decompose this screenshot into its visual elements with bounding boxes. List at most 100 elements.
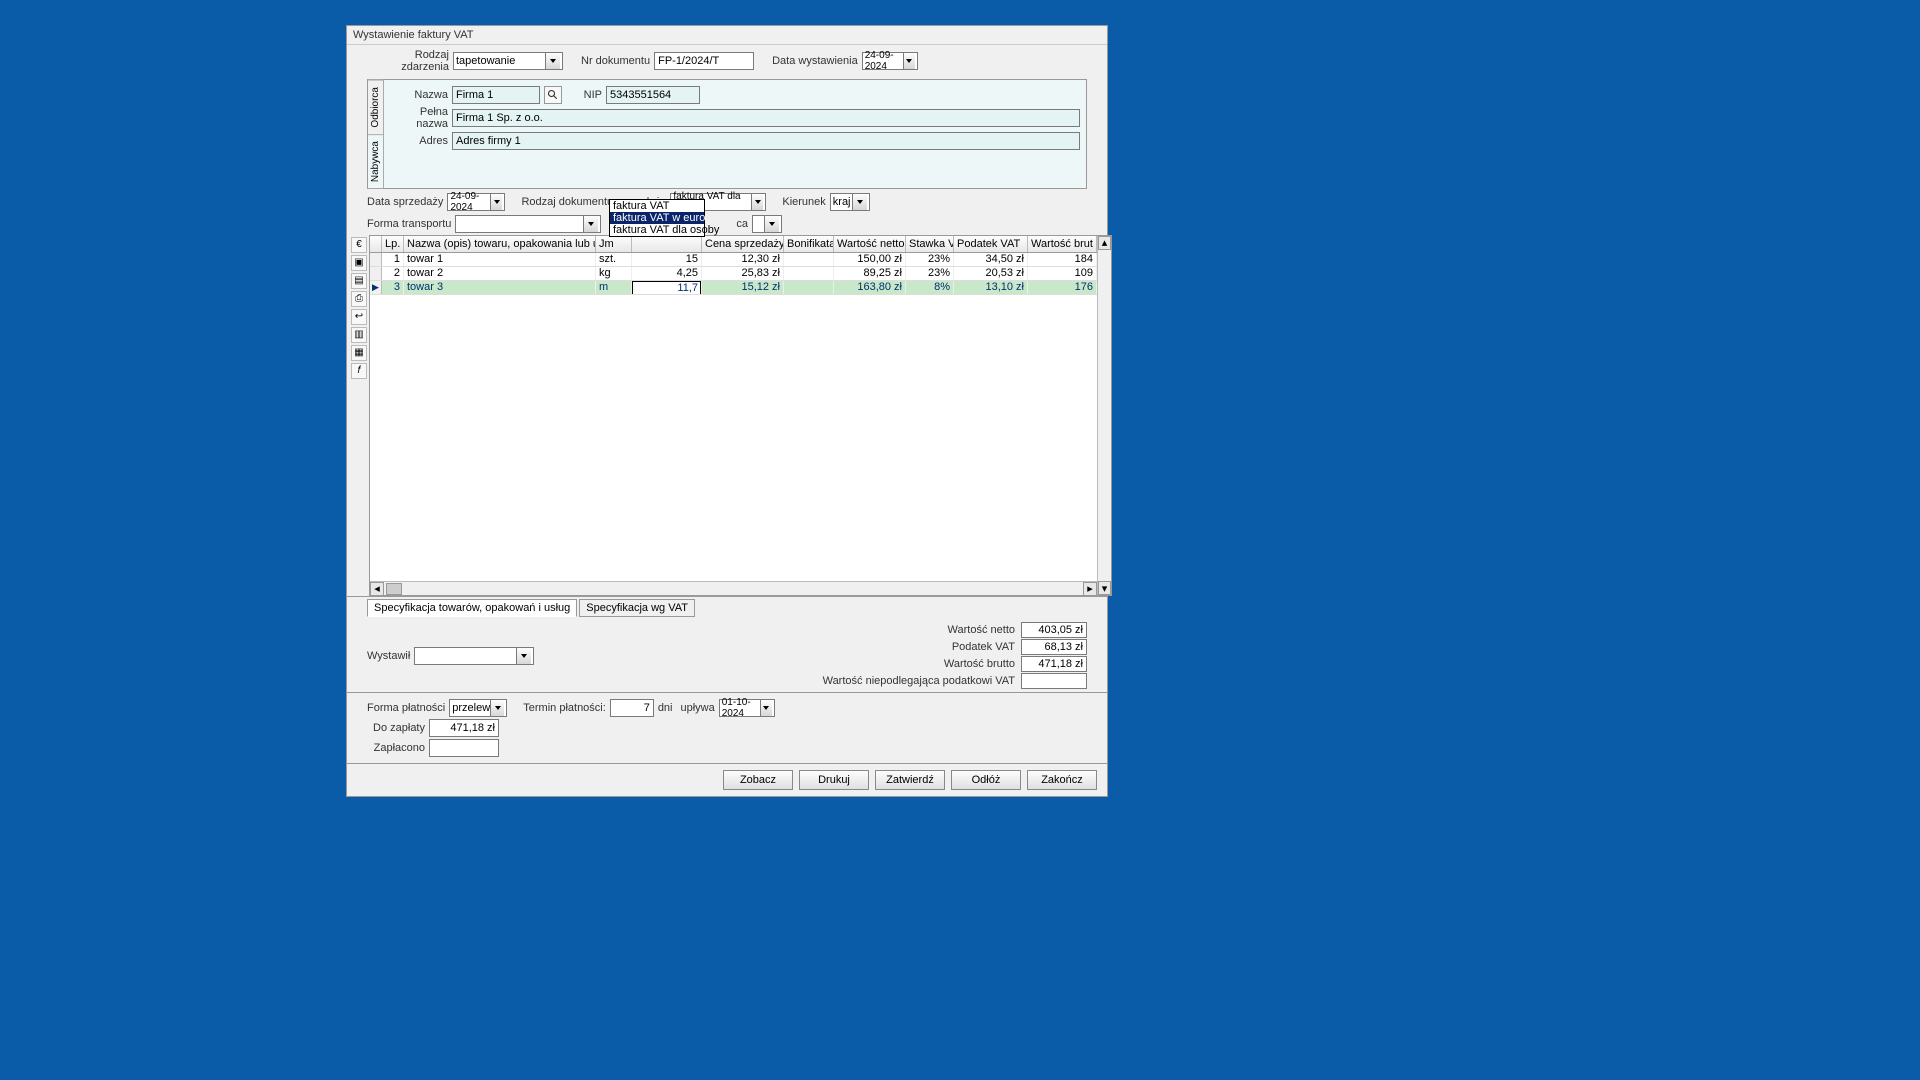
- col-nazwa[interactable]: Nazwa (opis) towaru, opakowania lub usłu…: [404, 236, 596, 252]
- col-jm[interactable]: Jm: [596, 236, 632, 252]
- dropdown-option[interactable]: faktura VAT dla osoby: [610, 224, 704, 236]
- cell-stawka: 8%: [906, 281, 954, 294]
- col-lp[interactable]: Lp.: [382, 236, 404, 252]
- chevron-down-icon[interactable]: [490, 194, 502, 210]
- uplywa-combo[interactable]: 01-10-2024: [719, 699, 775, 717]
- nazwa-input[interactable]: Firma 1: [452, 86, 540, 104]
- data-sprzedazy-combo[interactable]: 24-09-2024: [447, 193, 505, 211]
- do-zaplaty-label: Do zapłaty: [367, 722, 425, 734]
- table-row[interactable]: 2 towar 2 kg 4,25 25,83 zł 89,25 zł 23% …: [370, 267, 1097, 281]
- cell-ilosc-editing[interactable]: 11,7: [632, 281, 702, 294]
- data-wystawienia-combo[interactable]: 24-09-2024: [862, 52, 918, 70]
- nr-dokumentu-input[interactable]: FP-1/2024/T: [654, 52, 754, 70]
- tab-spec-towarow[interactable]: Specyfikacja towarów, opakowań i usług: [367, 599, 577, 617]
- tool-6[interactable]: ▥: [351, 327, 367, 343]
- drukuj-button[interactable]: Drukuj: [799, 770, 869, 790]
- combo-text: kraj: [833, 196, 851, 208]
- vtab-nabywca[interactable]: Nabywca: [368, 134, 383, 188]
- data-wystawienia-label: Data wystawienia: [772, 55, 858, 67]
- rodzaj-zdarzenia-combo[interactable]: tapetowanie: [453, 52, 563, 70]
- cell-wbrut: 109: [1028, 267, 1097, 280]
- editing-input[interactable]: 11,7: [632, 281, 701, 294]
- cell-nazwa: towar 3: [404, 281, 596, 294]
- dropdown-option-selected[interactable]: faktura VAT w euro: [610, 212, 704, 224]
- buttons-area: Zobacz Drukuj Zatwierdź Odłóż Zakończ: [347, 763, 1107, 796]
- scroll-left-icon[interactable]: ◂: [370, 582, 384, 596]
- cell-podatek: 20,53 zł: [954, 267, 1028, 280]
- forma-platnosci-combo[interactable]: przelew: [449, 699, 507, 717]
- data-sprzedazy-label: Data sprzedaży: [367, 196, 443, 208]
- chevron-down-icon[interactable]: [903, 53, 915, 69]
- table-row-selected[interactable]: ▶ 3 towar 3 m 11,7 15,12 zł 163,80 zł 8%: [370, 281, 1097, 295]
- zakoncz-button[interactable]: Zakończ: [1027, 770, 1097, 790]
- rodzaj-dok-dropdown[interactable]: faktura VAT faktura VAT w euro faktura V…: [609, 199, 705, 237]
- sum-wbrutto-value: 471,18 zł: [1021, 656, 1087, 672]
- pelna-nazwa-input[interactable]: Firma 1 Sp. z o.o.: [452, 109, 1080, 127]
- tool-2[interactable]: ▣: [351, 255, 367, 271]
- cell-wnetto: 89,25 zł: [834, 267, 906, 280]
- col-wnetto[interactable]: Wartość netto: [834, 236, 906, 252]
- cell-podatek: 13,10 zł: [954, 281, 1028, 294]
- adres-input[interactable]: Adres firmy 1: [452, 132, 1080, 150]
- tool-7[interactable]: ▦: [351, 345, 367, 361]
- customer-vtabs: Odbiorca Nabywca: [368, 80, 384, 188]
- zobacz-button[interactable]: Zobacz: [723, 770, 793, 790]
- customer-fields: Nazwa Firma 1 NIP 5343551564 Pełna nazwa…: [384, 80, 1086, 188]
- scroll-right-icon[interactable]: ▸: [1083, 582, 1097, 596]
- grid-body[interactable]: 1 towar 1 szt. 15 12,30 zł 150,00 zł 23%…: [370, 253, 1097, 581]
- chevron-down-icon[interactable]: [852, 194, 867, 210]
- scroll-thumb[interactable]: [386, 583, 402, 595]
- col-ilosc[interactable]: [632, 236, 702, 252]
- chevron-down-icon[interactable]: [583, 216, 598, 232]
- combo-text: 24-09-2024: [865, 50, 903, 72]
- tool-4[interactable]: ⎙: [351, 291, 367, 307]
- col-wbrut[interactable]: Wartość brut: [1028, 236, 1097, 252]
- chevron-down-icon[interactable]: [490, 700, 504, 716]
- cell-wnetto: 150,00 zł: [834, 253, 906, 266]
- cell-bonif: [784, 253, 834, 266]
- termin-label: Termin płatności:: [523, 702, 606, 714]
- horizontal-scrollbar[interactable]: ◂ ▸: [370, 581, 1097, 595]
- ca-combo[interactable]: [752, 215, 782, 233]
- chevron-down-icon[interactable]: [545, 53, 560, 69]
- termin-input[interactable]: 7: [610, 699, 654, 717]
- tool-euro[interactable]: €: [351, 237, 367, 253]
- forma-transportu-combo[interactable]: [455, 215, 601, 233]
- col-stawka[interactable]: Stawka VAT: [906, 236, 954, 252]
- vertical-scrollbar[interactable]: ▴ ▾: [1097, 236, 1111, 595]
- nip-input[interactable]: 5343551564: [606, 86, 700, 104]
- dropdown-option[interactable]: faktura VAT: [610, 200, 704, 212]
- do-zaplaty-value: 471,18 zł: [429, 719, 499, 737]
- row-4: Forma transportu Kos faktura VAT faktura…: [347, 213, 1107, 235]
- combo-text: 01-10-2024: [722, 697, 760, 719]
- col-podatek[interactable]: Podatek VAT: [954, 236, 1028, 252]
- rodzaj-zdarzenia-label: Rodzaj zdarzenia: [367, 49, 449, 73]
- zaplacono-value[interactable]: [429, 739, 499, 757]
- tool-8[interactable]: 𝑓: [351, 363, 367, 379]
- row-marker-current: ▶: [370, 281, 382, 294]
- tool-3[interactable]: ▤: [351, 273, 367, 289]
- table-row[interactable]: 1 towar 1 szt. 15 12,30 zł 150,00 zł 23%…: [370, 253, 1097, 267]
- zatwierdz-button[interactable]: Zatwierdź: [875, 770, 945, 790]
- col-bonif[interactable]: Bonifikata: [784, 236, 834, 252]
- search-customer-button[interactable]: [544, 86, 562, 104]
- chevron-down-icon[interactable]: [764, 216, 779, 232]
- tool-5[interactable]: ↩: [351, 309, 367, 325]
- tab-spec-vat[interactable]: Specyfikacja wg VAT: [579, 599, 695, 617]
- vtab-odbiorca[interactable]: Odbiorca: [368, 80, 383, 134]
- row-3: Data sprzedaży 24-09-2024 Rodzaj dokumen…: [347, 191, 1107, 213]
- chevron-down-icon[interactable]: [760, 700, 772, 716]
- kierunek-combo[interactable]: kraj: [830, 193, 870, 211]
- scroll-down-icon[interactable]: ▾: [1098, 581, 1111, 595]
- cell-lp: 2: [382, 267, 404, 280]
- ca-text: ca: [736, 218, 748, 230]
- scroll-up-icon[interactable]: ▴: [1098, 236, 1111, 250]
- cell-cena: 12,30 zł: [702, 253, 784, 266]
- chevron-down-icon[interactable]: [516, 648, 531, 664]
- forma-platnosci-label: Forma płatności: [367, 702, 445, 714]
- col-cena[interactable]: Cena sprzedaży brutto: [702, 236, 784, 252]
- row-marker: [370, 253, 382, 266]
- wystawil-combo[interactable]: [414, 647, 534, 665]
- chevron-down-icon[interactable]: [751, 194, 763, 210]
- odloz-button[interactable]: Odłóż: [951, 770, 1021, 790]
